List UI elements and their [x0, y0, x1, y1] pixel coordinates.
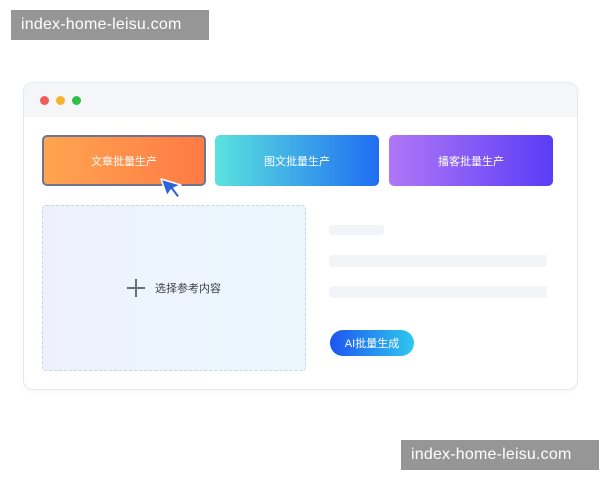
reference-content-upload[interactable]: 选择参考内容 — [42, 205, 306, 371]
mouse-pointer-icon — [160, 178, 182, 199]
tab-podcast-batch[interactable]: 播客批量生产 — [389, 135, 553, 186]
maximize-window-icon[interactable] — [72, 96, 81, 105]
watermark-top: index-home-leisu.com — [11, 10, 209, 40]
page: index-home-leisu.com 文章批量生产 图文批量生产 播客批量生… — [0, 0, 600, 480]
app-window: 文章批量生产 图文批量生产 播客批量生产 选择参考内容 AI批量生成 — [23, 82, 578, 390]
close-window-icon[interactable] — [40, 96, 49, 105]
upload-label: 选择参考内容 — [155, 283, 221, 295]
window-titlebar — [24, 83, 577, 117]
text-placeholder-line — [329, 286, 547, 298]
watermark-bottom: index-home-leisu.com — [401, 440, 599, 470]
tab-image-text-batch[interactable]: 图文批量生产 — [215, 135, 379, 186]
minimize-window-icon[interactable] — [56, 96, 65, 105]
plus-icon — [127, 279, 145, 297]
text-placeholder-line — [329, 255, 547, 267]
ai-batch-generate-button[interactable]: AI批量生成 — [330, 330, 414, 356]
text-placeholder-title — [329, 225, 384, 235]
